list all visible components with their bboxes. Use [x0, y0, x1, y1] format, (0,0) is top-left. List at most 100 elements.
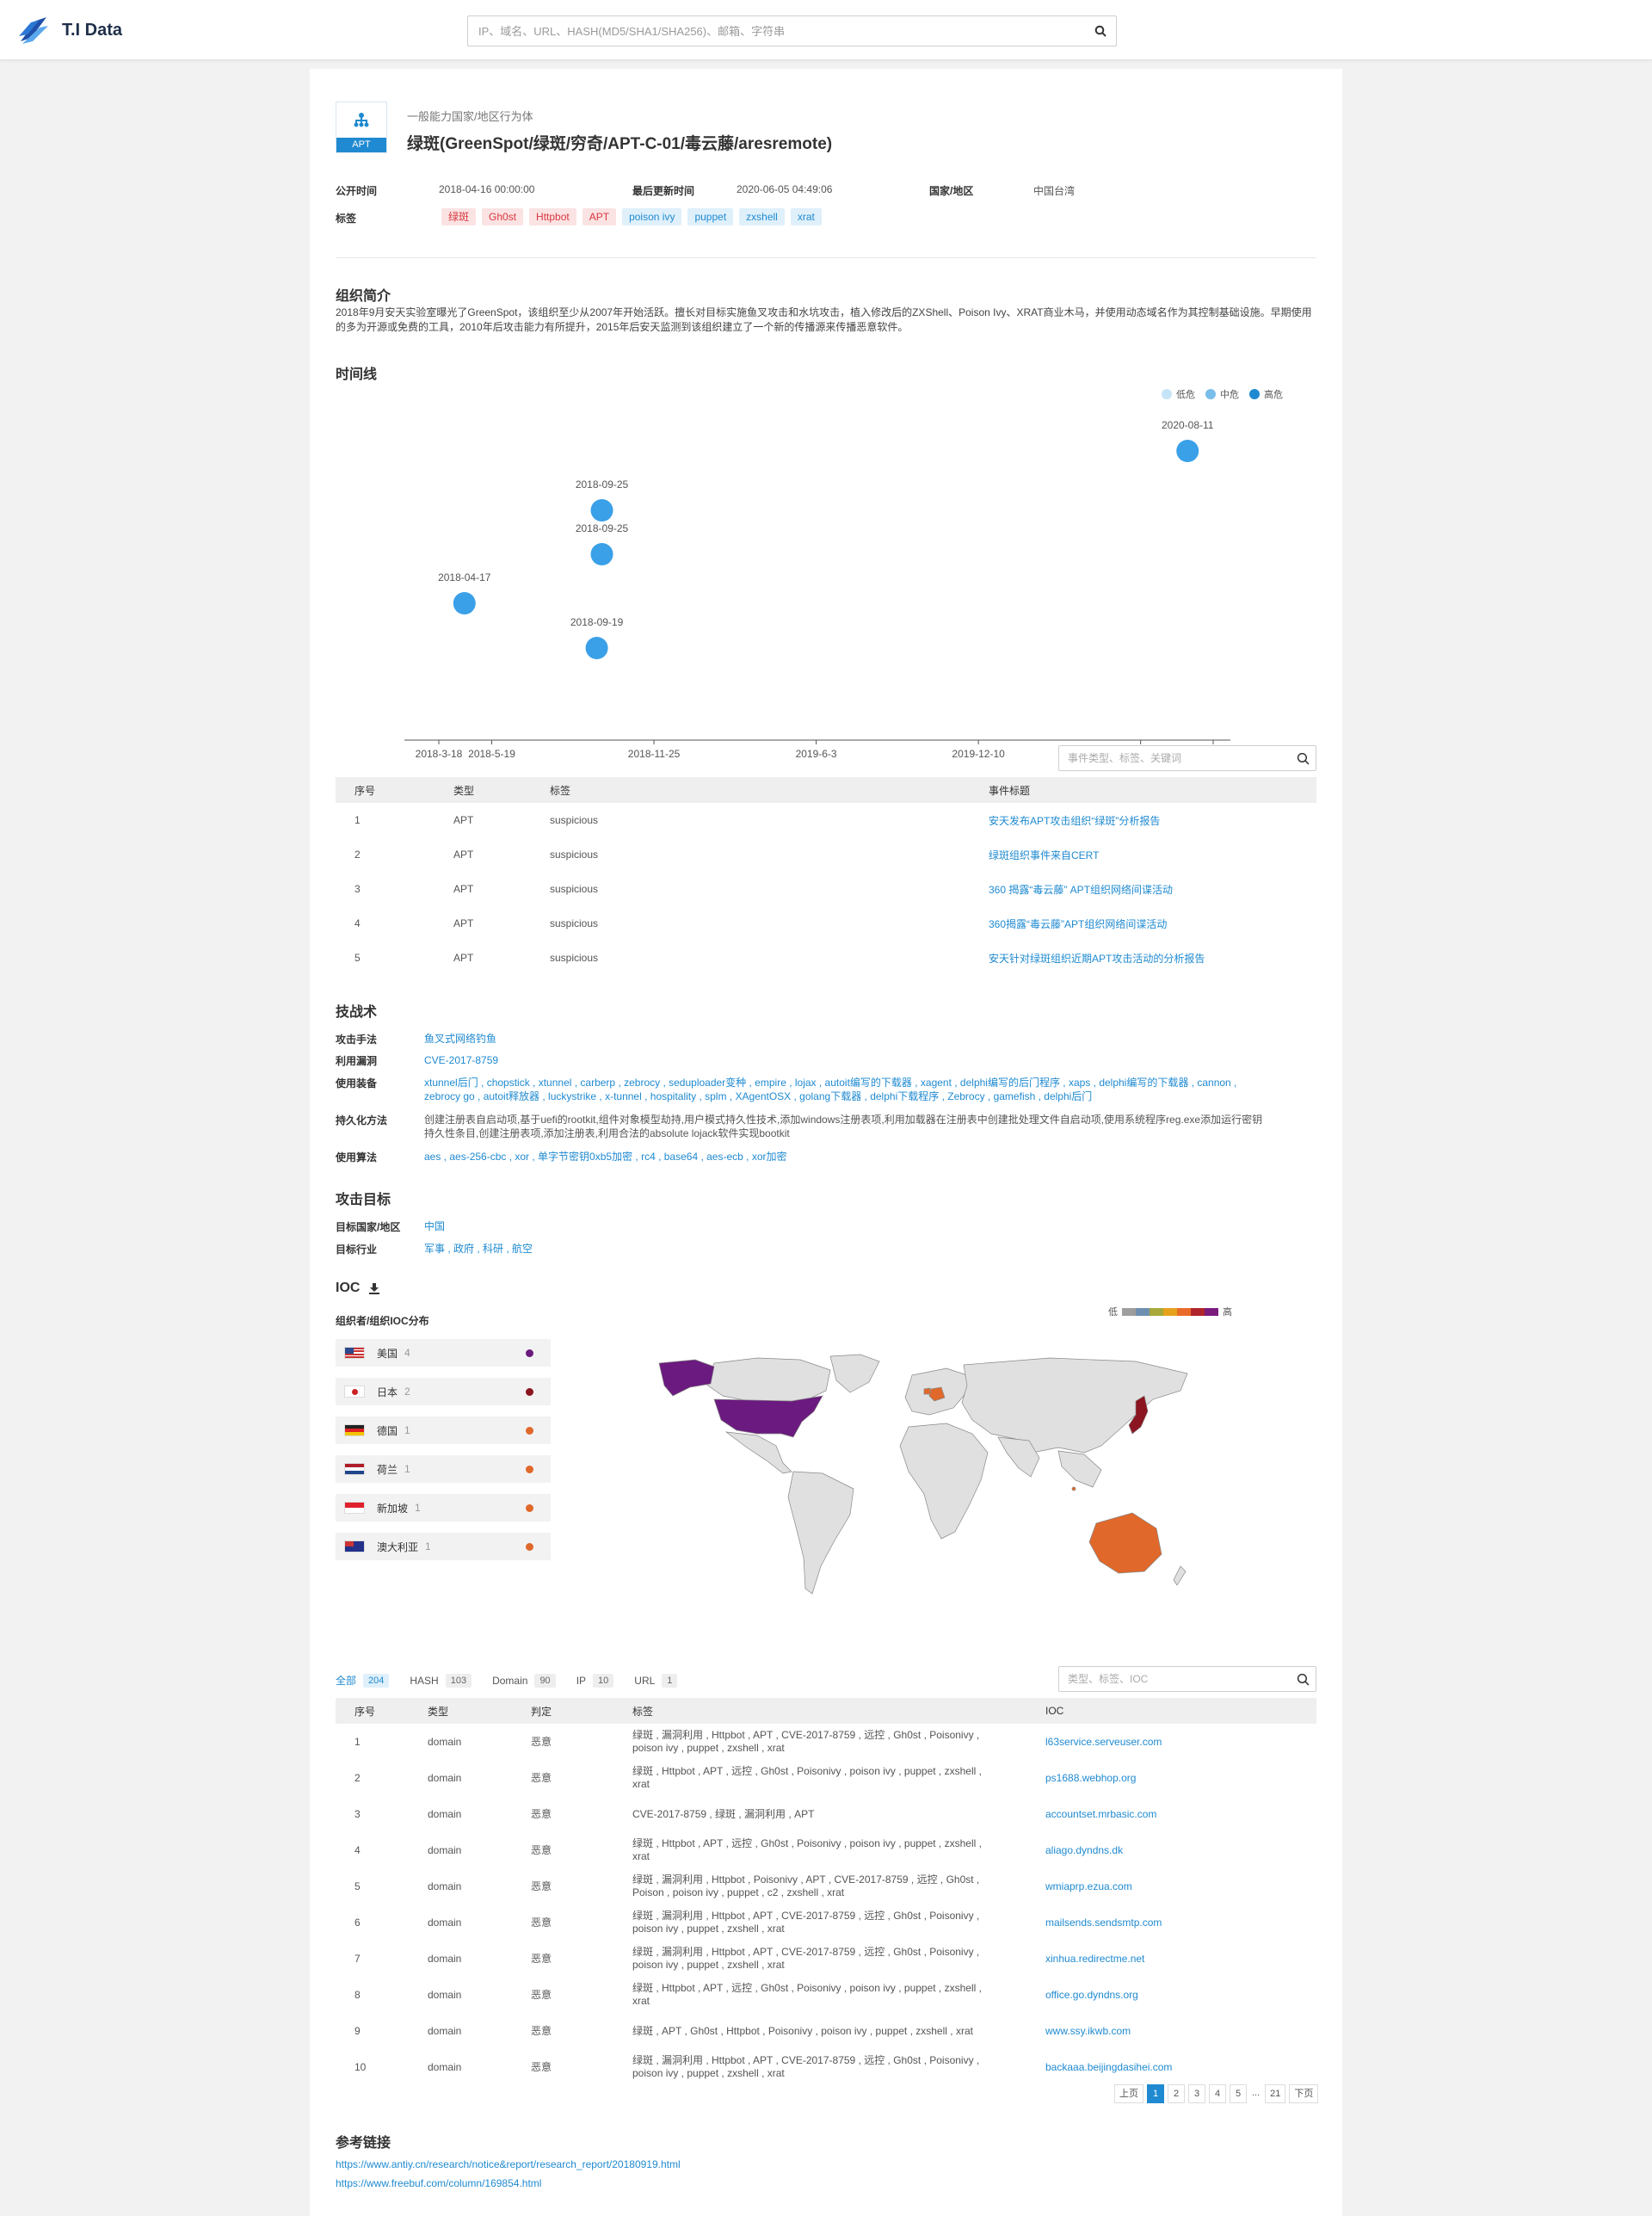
ioc-link[interactable]: aliago.dyndns.dk — [1045, 1844, 1123, 1856]
event-search-input[interactable] — [1059, 746, 1290, 770]
pager-page-1[interactable]: 1 — [1147, 2084, 1164, 2103]
ref-link[interactable]: https://www.antiy.cn/research/notice&rep… — [336, 2158, 681, 2170]
tools-link[interactable]: xtunnel后门 , chopstick , xtunnel , carber… — [424, 1077, 1236, 1102]
attack-link[interactable]: 鱼叉式网络钓鱼 — [424, 1033, 496, 1045]
map-usa[interactable] — [713, 1395, 823, 1438]
event-title-link[interactable]: 绿斑组织事件来自CERT — [989, 849, 1099, 861]
ioc-title: IOC — [336, 1281, 380, 1296]
tag-5[interactable]: puppet — [687, 208, 734, 225]
ioc-link[interactable]: www.ssy.ikwb.com — [1045, 2025, 1131, 2037]
pager-page-2[interactable]: 2 — [1168, 2084, 1185, 2103]
tag-3[interactable]: APT — [582, 208, 617, 225]
map-alaska[interactable] — [658, 1359, 715, 1397]
map-mexico[interactable] — [724, 1431, 792, 1474]
timeline-point-3[interactable] — [585, 637, 608, 659]
events-table: 序号 类型 标签 事件标题 1 APT suspicious 安天发布APT攻击组织“绿斑”… — [336, 777, 1316, 975]
ioc-link[interactable]: mailsends.sendsmtp.com — [1045, 1917, 1162, 1929]
tag-7[interactable]: xrat — [790, 208, 822, 225]
map-greenland[interactable] — [829, 1354, 880, 1393]
country-item-1[interactable]: 日本 2 — [336, 1378, 551, 1405]
published-label: 公开时间 — [336, 185, 378, 197]
legend-item-1[interactable]: 中危 — [1205, 387, 1239, 401]
table-row: 5 domain 恶意 绿斑 , 漏洞利用 , Httpbot , Poisonivy… — [336, 1868, 1316, 1904]
tag-0[interactable]: 绿斑 — [441, 208, 477, 225]
scale-swatch-6 — [1205, 1307, 1218, 1316]
tag-1[interactable]: Gh0st — [482, 208, 524, 225]
pager-page-last[interactable]: 21 — [1265, 2084, 1286, 2103]
row-type: domain — [428, 1916, 462, 1929]
pager-prev-button[interactable]: 上页 — [1114, 2084, 1143, 2103]
tag-2[interactable]: Httpbot — [529, 208, 576, 225]
ioc-link[interactable]: wmiaprp.ezua.com — [1045, 1880, 1132, 1892]
map-asia[interactable] — [961, 1357, 1188, 1454]
legend-label: 高危 — [1264, 390, 1283, 400]
target-industry-link[interactable]: 军事 , 政府 , 科研 , 航空 — [424, 1243, 533, 1255]
event-title-link[interactable]: 360揭露“毒云藤”APT组织网络间谍活动 — [989, 918, 1167, 930]
country-name: 新加坡 — [377, 1502, 409, 1515]
map-new-zealand[interactable] — [1173, 1565, 1187, 1586]
event-title-link[interactable]: 安天针对绿斑组织近期APT攻击活动的分析报告 — [989, 953, 1205, 965]
target-country-link[interactable]: 中国 — [424, 1220, 445, 1232]
ioc-link[interactable]: xinhua.redirectme.net — [1045, 1953, 1144, 1965]
map-africa[interactable] — [899, 1423, 989, 1540]
country-name: 德国 — [377, 1424, 398, 1437]
timeline-point-1[interactable] — [590, 499, 613, 522]
global-search-input[interactable] — [468, 16, 1085, 46]
target-country-label: 目标国家/地区 — [336, 1221, 401, 1233]
map-netherlands[interactable] — [923, 1387, 931, 1395]
tools-label: 使用装备 — [336, 1077, 378, 1089]
country-item-4[interactable]: 新加坡 1 — [336, 1494, 551, 1522]
pager-page-3[interactable]: 3 — [1188, 2084, 1205, 2103]
timeline-point-2[interactable] — [590, 543, 613, 565]
timeline-point-0[interactable] — [453, 592, 476, 614]
row-verdict: 恶意 — [531, 1988, 552, 2001]
row-tag: suspicious — [550, 952, 599, 964]
download-icon[interactable] — [368, 1282, 380, 1294]
events-col-1: 类型 — [435, 777, 531, 803]
ioc-search-input[interactable] — [1059, 1667, 1290, 1691]
ioc-tab-hash[interactable]: HASH 103 — [410, 1673, 472, 1688]
ioc-link[interactable]: accountset.mrbasic.com — [1045, 1808, 1156, 1820]
pager-page-5[interactable]: 5 — [1230, 2084, 1247, 2103]
timeline-point-4[interactable] — [1176, 440, 1199, 462]
table-row: 7 domain 恶意 绿斑 , 漏洞利用 , Httpbot , APT , CVE… — [336, 1941, 1316, 1977]
map-se-asia[interactable] — [1057, 1450, 1102, 1488]
country-color-dot — [526, 1543, 533, 1551]
map-canada[interactable] — [705, 1357, 831, 1404]
vuln-link[interactable]: CVE-2017-8759 — [424, 1054, 498, 1066]
table-row: 2 domain 恶意 绿斑 , Httpbot , APT , 远控 , Gh0st… — [336, 1760, 1316, 1796]
ioc-tab-url[interactable]: URL 1 — [634, 1673, 678, 1688]
ioc-search — [1058, 1666, 1316, 1692]
event-search-button[interactable] — [1290, 746, 1316, 770]
event-title-link[interactable]: 360 揭露“毒云藤” APT组织网络间谍活动 — [989, 884, 1173, 896]
tag-4[interactable]: poison ivy — [622, 208, 682, 225]
search-button[interactable] — [1085, 16, 1116, 46]
country-item-5[interactable]: 澳大利亚 1 — [336, 1533, 551, 1560]
ioc-link[interactable]: l63service.serveuser.com — [1045, 1736, 1162, 1748]
legend-item-0[interactable]: 低危 — [1162, 387, 1195, 401]
row-type: APT — [453, 952, 474, 964]
ioc-link[interactable]: ps1688.webhop.org — [1045, 1772, 1136, 1784]
pager-next-button[interactable]: 下页 — [1289, 2084, 1319, 2103]
legend-item-2[interactable]: 高危 — [1249, 387, 1283, 401]
logo[interactable]: T.I Data — [17, 15, 122, 45]
ref-link[interactable]: https://www.freebuf.com/column/169854.ht… — [336, 2177, 541, 2189]
ioc-search-button[interactable] — [1290, 1667, 1316, 1691]
event-title-link[interactable]: 安天发布APT攻击组织“绿斑”分析报告 — [989, 815, 1160, 827]
ioc-tab-全部[interactable]: 全部 204 — [336, 1673, 390, 1688]
ioc-link[interactable]: office.go.dyndns.org — [1045, 1989, 1138, 2001]
ioc-link[interactable]: backaaa.beijingdasihei.com — [1045, 2061, 1172, 2073]
map-australia[interactable] — [1088, 1512, 1162, 1574]
ioc-tab-label: URL — [634, 1674, 656, 1687]
tag-6[interactable]: zxshell — [739, 208, 785, 225]
country-item-0[interactable]: 美国 4 — [336, 1339, 551, 1367]
ioc-tab-ip[interactable]: IP 10 — [576, 1673, 614, 1688]
country-item-3[interactable]: 荷兰 1 — [336, 1455, 551, 1483]
map-singapore[interactable] — [1071, 1486, 1076, 1491]
timeline-chart: 2018-3-18 2018-5-19 2018-11-25 2019-6-3 2019… — [404, 419, 1237, 760]
ioc-tab-domain[interactable]: Domain 90 — [492, 1673, 556, 1688]
algo-link[interactable]: aes , aes-256-cbc , xor , 单字节密钥0xb5加密 , … — [424, 1151, 787, 1163]
country-item-2[interactable]: 德国 1 — [336, 1417, 551, 1444]
map-south-america[interactable] — [787, 1471, 854, 1595]
pager-page-4[interactable]: 4 — [1209, 2084, 1226, 2103]
